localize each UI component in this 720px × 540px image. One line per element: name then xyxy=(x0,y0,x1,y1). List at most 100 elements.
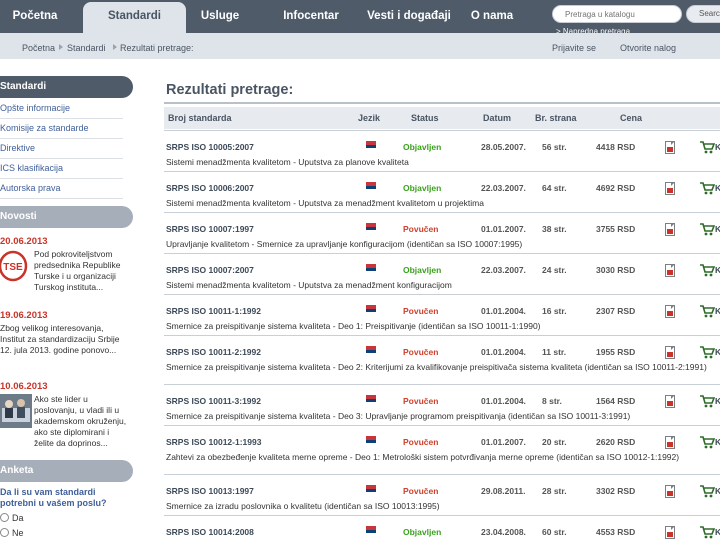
cart-label[interactable]: K xyxy=(715,347,720,357)
standard-number-link[interactable]: SRPS ISO 10007:2007 xyxy=(166,265,254,275)
col-header-number[interactable]: Broj standarda xyxy=(168,113,232,123)
standard-number-link[interactable]: SRPS ISO 10011-1:1992 xyxy=(166,306,261,316)
pdf-icon[interactable] xyxy=(665,223,675,236)
standard-number-link[interactable]: SRPS ISO 10006:2007 xyxy=(166,183,254,193)
cart-label[interactable]: K xyxy=(715,486,720,496)
cart-icon[interactable] xyxy=(699,304,715,318)
row-divider xyxy=(164,474,720,475)
table-row: SRPS ISO 10006:2007 Objavljen 22.03.2007. 6… xyxy=(164,171,720,212)
price: 2620 RSD xyxy=(596,437,636,447)
breadcrumb-home[interactable]: Početna xyxy=(22,43,55,53)
nav-home[interactable]: Početna xyxy=(0,0,70,33)
poll-option-no[interactable]: Ne xyxy=(0,528,24,538)
cart-icon[interactable] xyxy=(699,345,715,359)
cart-icon[interactable] xyxy=(699,263,715,277)
serbian-flag-icon xyxy=(366,305,376,316)
pdf-icon[interactable] xyxy=(665,264,675,277)
col-header-price[interactable]: Cena xyxy=(620,113,642,123)
serbian-flag-icon xyxy=(366,141,376,152)
breadcrumb-separator-icon xyxy=(113,44,117,50)
cart-label[interactable]: K xyxy=(715,224,720,234)
price: 1955 RSD xyxy=(596,347,636,357)
sidebar-item-committees[interactable]: Komisije za standarde xyxy=(0,119,123,139)
open-account-link[interactable]: Otvorite nalog xyxy=(620,43,676,53)
col-header-language[interactable]: Jezik xyxy=(358,113,380,123)
serbian-flag-icon xyxy=(366,223,376,234)
price: 4692 RSD xyxy=(596,183,636,193)
standard-number-link[interactable]: SRPS ISO 10013:1997 xyxy=(166,486,254,496)
sidebar-item-directives[interactable]: Direktive xyxy=(0,139,123,159)
standard-number-link[interactable]: SRPS ISO 10007:1997 xyxy=(166,224,254,234)
serbian-flag-icon xyxy=(366,346,376,357)
radio-icon[interactable] xyxy=(0,528,9,537)
table-row: SRPS ISO 10011-1:1992 Povučen 01.01.2004. 1… xyxy=(164,294,720,335)
row-divider xyxy=(164,515,720,516)
catalog-search-input[interactable] xyxy=(552,5,682,23)
pdf-icon[interactable] xyxy=(665,526,675,539)
nav-services[interactable]: Usluge xyxy=(188,0,252,33)
standard-description: Sistemi menadžmenta kvalitetom - Uputstv… xyxy=(166,280,452,290)
breadcrumb-separator-icon xyxy=(59,44,63,50)
row-divider xyxy=(164,294,720,295)
search-button[interactable]: Search xyxy=(686,5,720,23)
table-row: SRPS ISO 10014:2008 Objavljen 23.04.2008. 6… xyxy=(164,515,720,540)
login-link[interactable]: Prijavite se xyxy=(552,43,596,53)
col-header-date[interactable]: Datum xyxy=(483,113,511,123)
nav-infocenter[interactable]: Infocentar xyxy=(270,0,352,33)
row-divider xyxy=(164,335,720,336)
status-badge: Objavljen xyxy=(403,265,442,275)
news-item-text[interactable]: Ako ste lider u poslovanju, u vladi ili … xyxy=(34,394,129,449)
cart-icon[interactable] xyxy=(699,394,715,408)
tse-logo-icon: TSE xyxy=(0,250,28,282)
nav-standards[interactable]: Standardi xyxy=(83,2,186,33)
cart-label[interactable]: K xyxy=(715,306,720,316)
standard-number-link[interactable]: SRPS ISO 10014:2008 xyxy=(166,527,254,537)
cart-label[interactable]: K xyxy=(715,265,720,275)
cart-label[interactable]: K xyxy=(715,142,720,152)
publish-date: 01.01.2007. xyxy=(481,437,526,447)
cart-label[interactable]: K xyxy=(715,527,720,537)
standard-number-link[interactable]: SRPS ISO 10011-3:1992 xyxy=(166,396,261,406)
pdf-icon[interactable] xyxy=(665,141,675,154)
pdf-icon[interactable] xyxy=(665,305,675,318)
cart-label[interactable]: K xyxy=(715,437,720,447)
pdf-icon[interactable] xyxy=(665,182,675,195)
news-item-text[interactable]: Pod pokroviteljstvom predsednika Republi… xyxy=(34,249,129,293)
cart-icon[interactable] xyxy=(699,484,715,498)
page-count: 64 str. xyxy=(542,183,567,193)
cart-label[interactable]: K xyxy=(715,396,720,406)
nav-about[interactable]: O nama xyxy=(462,0,522,33)
radio-icon[interactable] xyxy=(0,513,9,522)
sidebar-item-copyright[interactable]: Autorska prava xyxy=(0,179,123,199)
page-count: 8 str. xyxy=(542,396,562,406)
cart-icon[interactable] xyxy=(699,181,715,195)
standard-number-link[interactable]: SRPS ISO 10011-2:1992 xyxy=(166,347,261,357)
price: 3030 RSD xyxy=(596,265,636,275)
publish-date: 01.01.2004. xyxy=(481,347,526,357)
pdf-icon[interactable] xyxy=(665,436,675,449)
poll-option-label: Da xyxy=(12,513,24,523)
cart-icon[interactable] xyxy=(699,525,715,539)
cart-icon[interactable] xyxy=(699,140,715,154)
news-item-text[interactable]: Zbog velikog interesovanja, Institut za … xyxy=(0,323,126,356)
pdf-icon[interactable] xyxy=(665,395,675,408)
sidebar-item-general-info[interactable]: Opšte informacije xyxy=(0,99,123,119)
pdf-icon[interactable] xyxy=(665,485,675,498)
serbian-flag-icon xyxy=(366,182,376,193)
cart-icon[interactable] xyxy=(699,435,715,449)
breadcrumb-standards[interactable]: Standardi xyxy=(67,43,106,53)
standard-description: Zahtevi za obezbeđenje kvaliteta merne o… xyxy=(166,452,680,462)
pdf-icon[interactable] xyxy=(665,346,675,359)
nav-news-events[interactable]: Vesti i događaji xyxy=(357,0,461,33)
status-badge: Povučen xyxy=(403,486,439,496)
col-header-status[interactable]: Status xyxy=(411,113,439,123)
standard-number-link[interactable]: SRPS ISO 10005:2007 xyxy=(166,142,254,152)
top-navigation: Početna Standardi Usluge Infocentar Vest… xyxy=(0,0,720,36)
sidebar-item-ics[interactable]: ICS klasifikacija xyxy=(0,159,123,179)
standard-number-link[interactable]: SRPS ISO 10012-1:1993 xyxy=(166,437,261,447)
status-badge: Povučen xyxy=(403,437,439,447)
poll-option-yes[interactable]: Da xyxy=(0,513,24,523)
cart-icon[interactable] xyxy=(699,222,715,236)
col-header-pages[interactable]: Br. strana xyxy=(535,113,577,123)
cart-label[interactable]: K xyxy=(715,183,720,193)
